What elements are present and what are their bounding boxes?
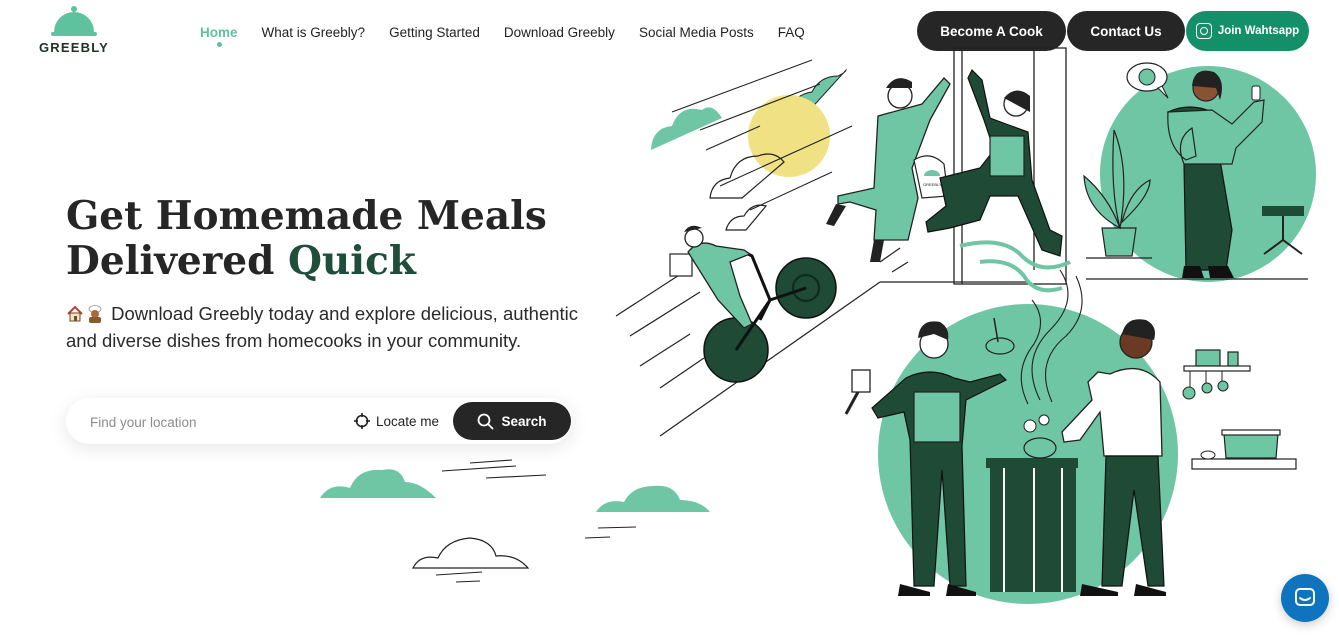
bike-rider <box>669 225 837 383</box>
chat-icon <box>1295 588 1315 606</box>
hero-illustration: GREEBLY <box>320 47 1316 604</box>
green-cloud-mid <box>596 485 710 512</box>
green-cloud-top <box>651 107 722 150</box>
outline-cloud-bottom <box>412 537 530 569</box>
cooking-pot <box>1191 429 1297 470</box>
bag-label: GREEBLY <box>923 182 942 187</box>
shelf <box>1182 349 1251 400</box>
delivery-man: GREEBLY <box>826 77 951 262</box>
green-cloud-left <box>320 469 436 498</box>
speed-lines-bottom <box>435 459 637 583</box>
chat-button[interactable] <box>1281 574 1329 622</box>
woman-high-five <box>925 68 1063 257</box>
